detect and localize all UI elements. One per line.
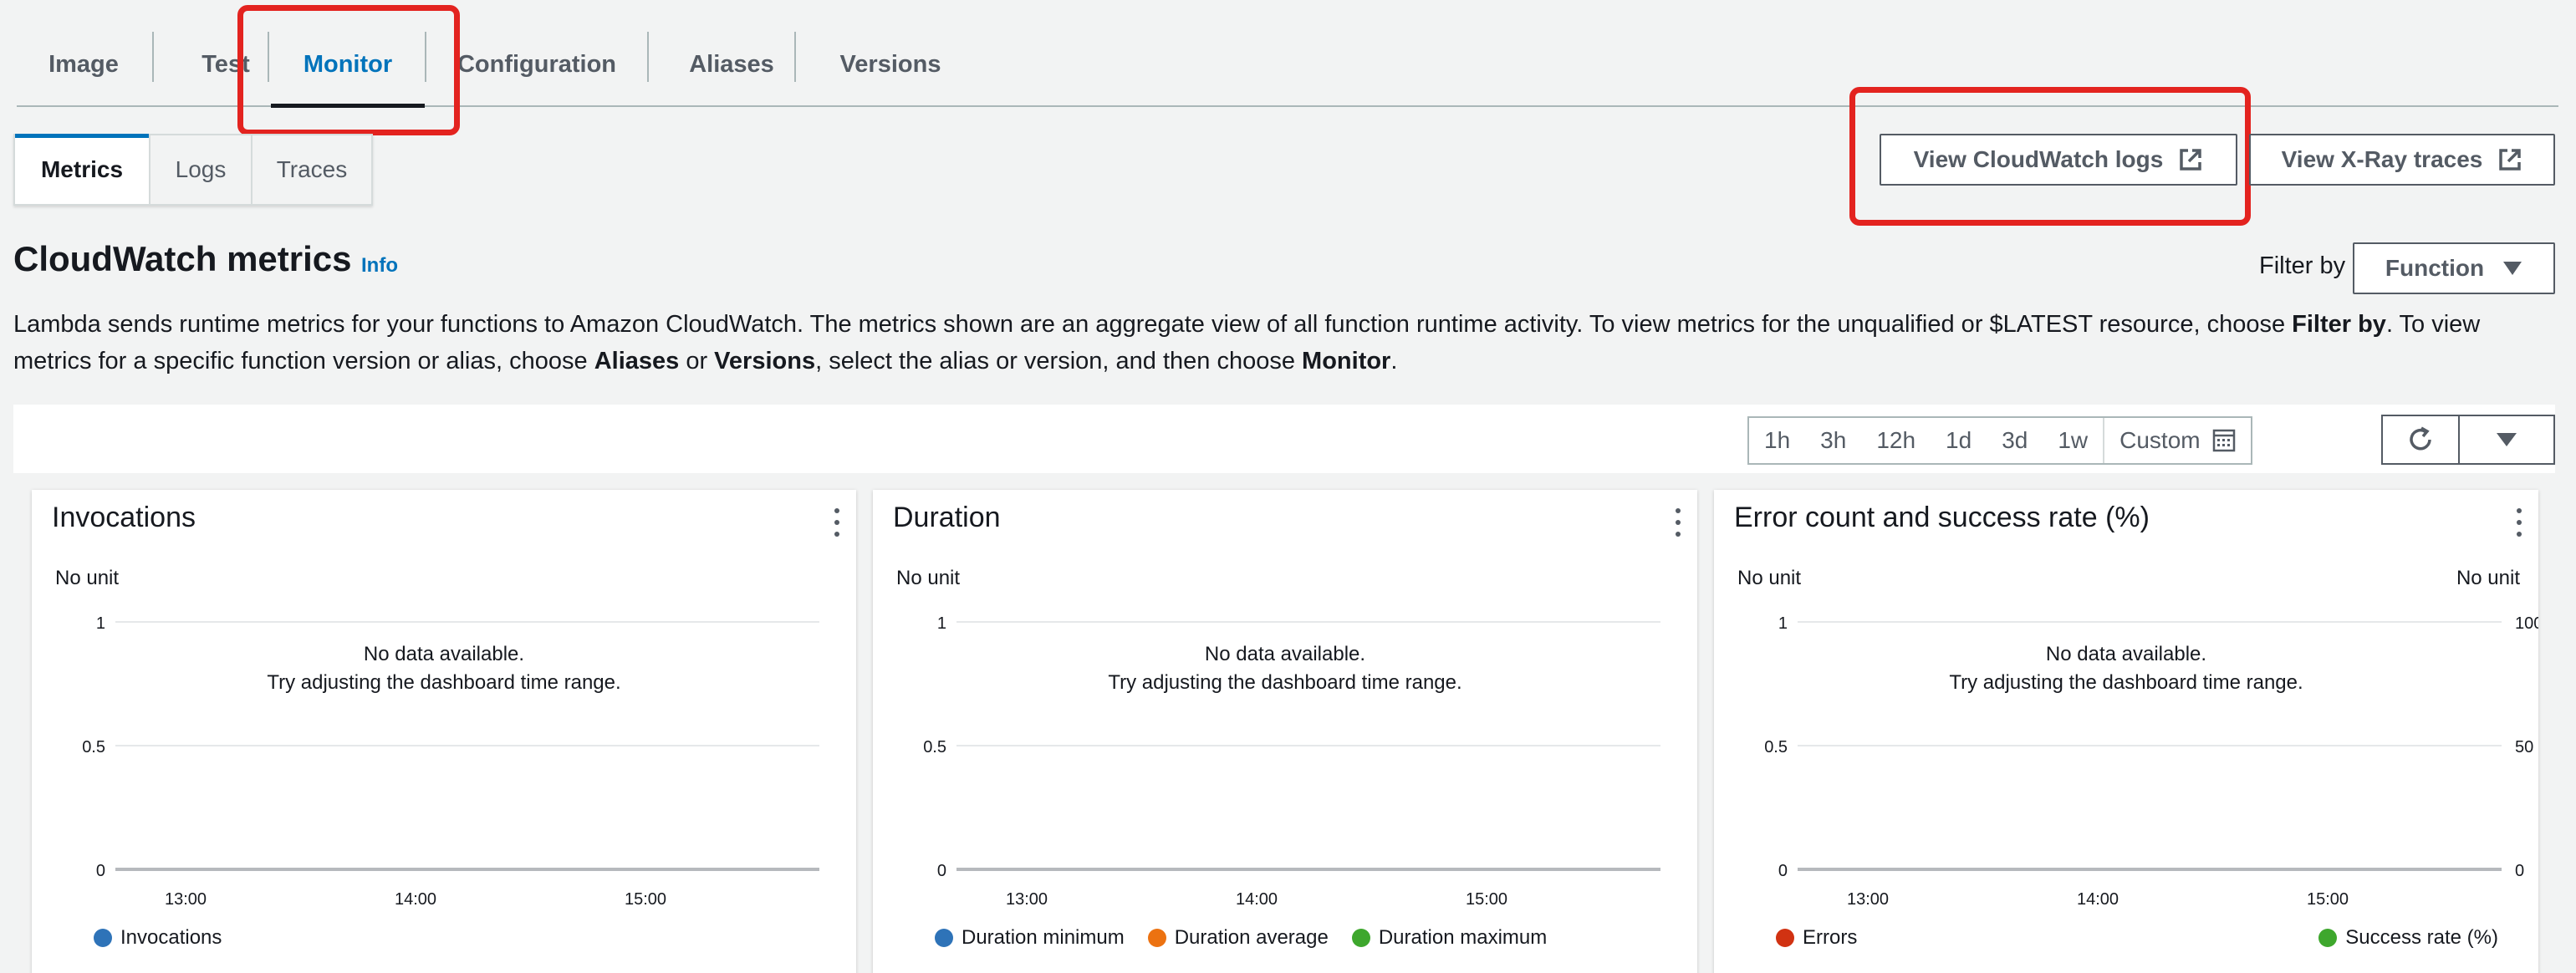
refresh-button[interactable] <box>2381 415 2460 465</box>
error-success-chart: 1 100 0.5 50 0 0 13:00 14:00 15:00 <box>1764 614 2538 909</box>
y-tick-label: 0 <box>1778 862 1788 880</box>
calendar-icon <box>2212 429 2235 452</box>
time-range-selector: 1h 3h 12h 1d 3d 1w Custom <box>1747 416 2252 465</box>
sub-tab-metrics[interactable]: Metrics <box>15 134 150 204</box>
y-tick-label: 1 <box>1778 614 1788 633</box>
range-custom[interactable]: Custom <box>2103 418 2250 463</box>
range-3d[interactable]: 3d <box>1987 418 2043 463</box>
custom-label: Custom <box>2119 427 2201 453</box>
filter-by-emphasis: Filter by <box>2292 311 2386 338</box>
button-label: View CloudWatch logs <box>1913 146 2164 172</box>
y-tick-label: 1 <box>96 614 105 633</box>
x-tick-label: 13:00 <box>1006 890 1048 909</box>
tab-versions[interactable]: Versions <box>819 23 962 105</box>
y-tick-label: 0.5 <box>82 738 105 756</box>
tab-configuration[interactable]: Configuration <box>453 23 620 105</box>
monitor-emphasis: Monitor <box>1302 348 1391 374</box>
refresh-options-dropdown[interactable] <box>2458 415 2555 465</box>
y-tick-label: 1 <box>937 614 946 633</box>
invocations-chart: 1 0.5 0 13:00 14:00 15:00 <box>82 614 819 909</box>
caret-down-icon <box>2497 433 2517 446</box>
x-tick-label: 15:00 <box>1466 890 1507 909</box>
x-tick-label: 13:00 <box>165 890 207 909</box>
y-tick-label: 0 <box>937 862 946 880</box>
chart-legend: Errors <box>1776 926 1857 950</box>
legend-item[interactable]: Invocations <box>94 926 222 950</box>
view-cloudwatch-logs-button[interactable]: View CloudWatch logs <box>1880 134 2237 186</box>
sub-tab-logs[interactable]: Logs <box>150 135 252 204</box>
no-data-message: No data available. Try adjusting the das… <box>1949 643 2303 694</box>
legend-item[interactable]: Errors <box>1776 926 1857 950</box>
legend-swatch <box>1776 929 1794 947</box>
y2-tick-label: 0 <box>2515 862 2524 880</box>
x-tick-label: 15:00 <box>2307 890 2349 909</box>
filter-by-dropdown[interactable]: Function <box>2353 242 2555 294</box>
sub-tab-bar: Metrics Logs Traces <box>13 134 373 206</box>
x-tick-label: 14:00 <box>395 890 436 909</box>
tab-divider <box>152 32 154 82</box>
range-1d[interactable]: 1d <box>1931 418 1987 463</box>
no-data-message: No data available. Try adjusting the das… <box>1108 643 1462 694</box>
external-link-icon <box>2180 149 2202 171</box>
x-tick-label: 15:00 <box>625 890 666 909</box>
y-tick-label: 0.5 <box>1764 738 1788 756</box>
legend-swatch <box>1351 929 1370 947</box>
x-tick-label: 14:00 <box>1236 890 1278 909</box>
info-link[interactable]: Info <box>361 254 398 278</box>
range-3h[interactable]: 3h <box>1805 418 1861 463</box>
legend-swatch <box>94 929 112 947</box>
dashboard-toolbar: 1h 3h 12h 1d 3d 1w Custom <box>13 405 2555 473</box>
legend-item[interactable]: Duration maximum <box>1351 926 1547 950</box>
filter-value: Function <box>2385 255 2485 281</box>
invocations-chart-card: Invocations No unit 1 0.5 0 13:00 14:00 15:00… <box>32 490 856 973</box>
legend-swatch <box>935 929 953 947</box>
duration-chart-card: Duration No unit 1 0.5 0 13:00 14:00 15:00 No… <box>873 490 1697 973</box>
tab-divider <box>794 32 796 82</box>
legend-swatch <box>1147 929 1166 947</box>
filter-by-label: Filter by <box>2259 252 2346 279</box>
external-link-icon <box>2499 149 2522 171</box>
tab-divider <box>647 32 649 82</box>
y-tick-label: 0.5 <box>923 738 946 756</box>
refresh-icon <box>2410 426 2431 451</box>
page-title: CloudWatch metrics <box>13 239 352 278</box>
range-12h[interactable]: 12h <box>1861 418 1931 463</box>
highlight-monitor-tab <box>237 5 460 135</box>
button-label: View X-Ray traces <box>2281 146 2483 172</box>
range-1w[interactable]: 1w <box>2043 418 2103 463</box>
error-success-chart-card: Error count and success rate (%) No unit… <box>1714 490 2538 973</box>
sub-tab-traces[interactable]: Traces <box>252 135 371 204</box>
y-tick-label: 0 <box>96 862 105 880</box>
versions-emphasis: Versions <box>714 348 816 374</box>
metrics-description: Lambda sends runtime metrics for your fu… <box>13 311 2481 374</box>
range-1h[interactable]: 1h <box>1749 418 1805 463</box>
chart-legend-right: Success rate (%) <box>2318 926 2498 950</box>
x-tick-label: 14:00 <box>2077 890 2119 909</box>
tab-image[interactable]: Image <box>33 23 134 105</box>
view-xray-traces-button[interactable]: View X-Ray traces <box>2249 134 2555 186</box>
no-data-message: No data available. Try adjusting the das… <box>267 643 621 694</box>
caret-down-icon <box>2503 262 2522 275</box>
x-tick-label: 13:00 <box>1847 890 1889 909</box>
chart-legend: Invocations <box>94 926 222 950</box>
legend-item[interactable]: Duration average <box>1147 926 1329 950</box>
chart-legend: Duration minimum Duration average Durati… <box>935 926 1547 950</box>
legend-item[interactable]: Duration minimum <box>935 926 1125 950</box>
legend-item[interactable]: Success rate (%) <box>2318 926 2498 950</box>
aliases-emphasis: Aliases <box>594 348 680 374</box>
y2-tick-label: 50 <box>2515 738 2533 756</box>
y2-tick-label: 100 <box>2515 614 2538 633</box>
tab-aliases[interactable]: Aliases <box>669 23 794 105</box>
duration-chart: 1 0.5 0 13:00 14:00 15:00 <box>923 614 1660 909</box>
legend-swatch <box>2318 929 2338 947</box>
